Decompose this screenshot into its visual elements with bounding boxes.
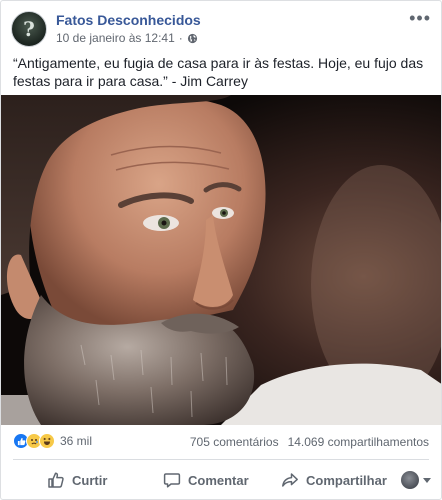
reaction-count: 36 mil xyxy=(60,434,93,448)
thumbs-up-icon xyxy=(48,472,64,488)
globe-icon[interactable] xyxy=(187,33,198,44)
meta-separator: · xyxy=(178,31,183,45)
chevron-down-icon xyxy=(423,477,431,483)
viewer-avatar xyxy=(401,471,419,489)
post-meta: 10 de janeiro às 12:41 · xyxy=(56,31,198,45)
viewer-selector[interactable] xyxy=(401,466,431,494)
haha-reaction-icon xyxy=(39,433,55,449)
post-stats: 705 comentários 14.069 compartilhamentos xyxy=(190,435,429,449)
share-arrow-icon xyxy=(282,473,298,487)
comments-count-link[interactable]: 705 comentários xyxy=(190,435,279,449)
portrait-illustration xyxy=(1,95,441,425)
page-name-link[interactable]: Fatos Desconhecidos xyxy=(56,12,201,28)
question-mark-icon: ? xyxy=(23,17,35,41)
comment-icon xyxy=(163,473,181,488)
post-header: ? Fatos Desconhecidos 10 de janeiro às 1… xyxy=(1,1,441,51)
share-label: Compartilhar xyxy=(306,472,387,488)
post-photo[interactable] xyxy=(1,95,441,425)
ellipsis-icon[interactable]: ••• xyxy=(409,9,431,27)
post-timestamp[interactable]: 10 de janeiro às 12:41 xyxy=(56,31,175,45)
like-button[interactable]: Curtir xyxy=(47,466,107,494)
post-actions-bar: Curtir Comentar Compartilhar xyxy=(1,460,441,499)
reactions-summary[interactable]: 36 mil xyxy=(13,433,92,449)
share-button[interactable]: Compartilhar xyxy=(281,466,387,494)
like-label: Curtir xyxy=(72,472,108,488)
comment-label: Comentar xyxy=(188,472,249,488)
facebook-post-card: ? Fatos Desconhecidos 10 de janeiro às 1… xyxy=(0,0,442,500)
comment-button[interactable]: Comentar xyxy=(163,466,249,494)
post-caption: “Antigamente, eu fugia de casa para ir à… xyxy=(13,55,424,89)
shares-count-link[interactable]: 14.069 compartilhamentos xyxy=(288,435,429,449)
page-avatar[interactable]: ? xyxy=(11,11,47,47)
